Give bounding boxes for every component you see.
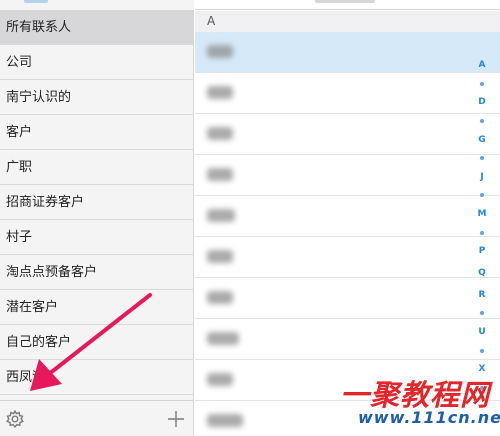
group-item[interactable]: 广职	[0, 150, 194, 185]
group-list: 所有联系人 公司 南宁认识的 客户 广职 招商证券客户 村子 淘点点预备客户 潜在客户 自己的客户…	[0, 10, 194, 395]
sidebar-toolbar	[0, 400, 194, 436]
blurred-contact-name	[207, 168, 233, 181]
sidebar-header-title-cut	[24, 0, 48, 3]
plus-icon[interactable]	[166, 409, 186, 429]
blurred-contact-name	[207, 45, 233, 58]
contact-row[interactable]	[195, 196, 500, 237]
contacts-panel: A	[195, 0, 500, 436]
contact-row[interactable]	[195, 32, 500, 73]
alpha-index-letter[interactable]: G	[478, 135, 485, 145]
contact-row[interactable]	[195, 73, 500, 114]
alpha-index-letter[interactable]: M	[478, 209, 487, 219]
alpha-index-letter[interactable]: D	[478, 97, 485, 107]
group-item[interactable]: 南宁认识的	[0, 80, 194, 115]
alpha-index-dot[interactable]	[480, 348, 484, 353]
alpha-index-letter[interactable]: U	[478, 327, 485, 337]
contact-row[interactable]	[195, 237, 500, 278]
alpha-index-letter[interactable]: J	[480, 172, 483, 182]
blurred-contact-name	[207, 291, 233, 304]
alpha-index-letter[interactable]: A	[479, 60, 486, 70]
alpha-index-dot[interactable]	[480, 385, 484, 390]
alpha-index-letter[interactable]: Q	[478, 268, 486, 278]
blurred-contact-name	[207, 209, 235, 222]
group-item[interactable]: 西凤酒	[0, 360, 194, 395]
contact-row[interactable]	[195, 114, 500, 155]
gear-icon[interactable]	[5, 409, 25, 429]
contact-row[interactable]	[195, 401, 500, 436]
alpha-index-dot[interactable]	[480, 193, 484, 198]
alpha-index-letter[interactable]: X	[479, 364, 486, 374]
contact-row[interactable]	[195, 155, 500, 196]
contact-list	[195, 32, 500, 436]
alpha-index-dot[interactable]	[480, 311, 484, 316]
blurred-contact-name	[207, 127, 233, 140]
group-item[interactable]: 淘点点预备客户	[0, 255, 194, 290]
blurred-contact-name	[207, 86, 233, 99]
alpha-index-dot[interactable]	[480, 230, 484, 235]
alpha-index-letter[interactable]: P	[479, 246, 486, 256]
blurred-contact-name	[207, 250, 233, 263]
group-item[interactable]: 所有联系人	[0, 10, 194, 45]
section-header: A	[195, 11, 500, 32]
group-item[interactable]: 招商证券客户	[0, 185, 194, 220]
group-item[interactable]: 潜在客户	[0, 290, 194, 325]
sidebar-header	[0, 0, 194, 10]
alpha-index-dot[interactable]	[480, 118, 484, 123]
contact-row[interactable]	[195, 360, 500, 401]
group-item[interactable]: 村子	[0, 220, 194, 255]
group-item[interactable]: 客户	[0, 115, 194, 150]
contacts-header-title-cut	[315, 0, 375, 3]
blurred-contact-name	[207, 373, 233, 386]
contacts-header	[195, 0, 500, 10]
groups-sidebar: 所有联系人 公司 南宁认识的 客户 广职 招商证券客户 村子 淘点点预备客户 潜在客户 自己的客户…	[0, 0, 194, 436]
group-item[interactable]: 自己的客户	[0, 325, 194, 360]
alphabet-index[interactable]: A D G J M P Q R U X	[474, 60, 490, 390]
blurred-contact-name	[207, 414, 243, 427]
group-item[interactable]: 公司	[0, 45, 194, 80]
alpha-index-letter[interactable]: R	[479, 290, 486, 300]
alpha-index-dot[interactable]	[480, 156, 484, 161]
contact-row[interactable]	[195, 319, 500, 360]
blurred-contact-name	[207, 332, 239, 345]
contact-row[interactable]	[195, 278, 500, 319]
alpha-index-dot[interactable]	[480, 81, 484, 86]
